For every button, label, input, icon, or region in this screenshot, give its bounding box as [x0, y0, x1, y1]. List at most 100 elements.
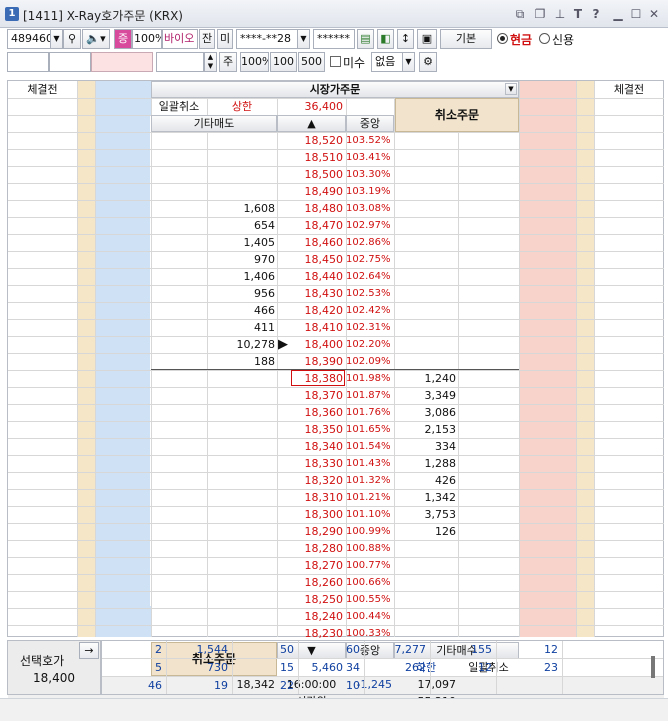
bid-quantity[interactable]: 2,153 — [394, 421, 457, 438]
ask-price[interactable]: 18,440 — [277, 268, 344, 285]
bid-price[interactable]: 18,350 — [277, 421, 344, 438]
misu-dropdown-icon[interactable]: ▼ — [402, 52, 415, 72]
selected-quote-value: 46 — [148, 679, 162, 692]
code-dropdown-icon[interactable]: ▼ — [50, 29, 63, 49]
bulk-cancel-sell-button[interactable]: 일괄취소 — [151, 98, 207, 115]
bid-price[interactable]: 18,300 — [277, 506, 344, 523]
chart-icon[interactable]: ▤ — [357, 29, 374, 49]
market-order-dropdown-icon[interactable]: ▼ — [505, 83, 517, 95]
credit-radio[interactable] — [539, 33, 550, 44]
ask-price[interactable]: 18,490 — [277, 183, 344, 200]
cancel-order-top-button[interactable]: 취소주문 — [395, 98, 519, 132]
bid-quantity[interactable]: 1,342 — [394, 489, 457, 506]
misu-select[interactable]: 없음 — [371, 52, 403, 72]
copy-window-icon[interactable]: ❐ — [532, 6, 548, 22]
ask-price[interactable]: 18,420 — [277, 302, 344, 319]
misu-checkbox[interactable] — [330, 56, 341, 67]
bid-quantity[interactable]: 126 — [394, 523, 456, 540]
ask-price[interactable]: 18,430 — [277, 285, 344, 302]
ask-quantity[interactable]: 1,608 — [207, 200, 276, 217]
ask-quantity[interactable]: 1,406 — [207, 268, 276, 285]
account-dropdown-icon[interactable]: ▼ — [297, 29, 310, 49]
ask-quantity[interactable]: 10,278 — [207, 336, 276, 353]
bid-price[interactable]: 18,330 — [277, 455, 344, 472]
bid-price[interactable]: 18,360 — [277, 404, 344, 421]
screen-icon[interactable]: ▣ — [417, 29, 437, 49]
ask-quantity[interactable]: 411 — [207, 319, 275, 336]
sell-order-column[interactable] — [95, 81, 151, 637]
layout-icon[interactable]: ◧ — [377, 29, 394, 49]
speaker-icon[interactable]: 🔈▾ — [82, 29, 110, 49]
bid-quantity[interactable]: 1,240 — [394, 370, 457, 387]
ask-price[interactable]: 18,480 — [277, 200, 344, 217]
link-icon[interactable]: ⧉ — [512, 6, 528, 22]
balance-button[interactable]: 잔 — [199, 29, 215, 49]
row-divider — [102, 658, 663, 659]
qty-500-button[interactable]: 500 — [298, 52, 325, 72]
ask-quantity[interactable]: 1,405 — [207, 234, 276, 251]
order-price-box[interactable] — [91, 52, 153, 72]
scroll-up-button[interactable]: ▲ — [277, 115, 346, 132]
buy-order-column[interactable] — [519, 81, 576, 637]
password-input[interactable]: ****** — [313, 29, 355, 49]
qty-100pct-button[interactable]: 100% — [240, 52, 269, 72]
ask-price[interactable]: 18,410 — [277, 319, 344, 336]
bid-price[interactable]: 18,260 — [277, 574, 344, 591]
search-icon[interactable]: ⚲ — [63, 29, 81, 49]
settings-gear-icon[interactable]: ⚙ — [419, 52, 437, 72]
scrollbar-thumb[interactable] — [651, 656, 655, 678]
market-order-button[interactable]: 시장가주문 — [151, 81, 519, 98]
ask-price[interactable]: 18,470 — [277, 217, 344, 234]
stock-code-input[interactable]: 489460 — [7, 29, 51, 49]
ask-quantity[interactable]: 654 — [207, 217, 275, 234]
arrow-right-icon[interactable]: → — [79, 642, 99, 659]
order-field-2[interactable] — [49, 52, 91, 72]
bid-quantity[interactable]: 334 — [394, 438, 456, 455]
pin-icon[interactable]: ⊥ — [552, 6, 568, 22]
ask-price[interactable]: 18,510 — [277, 149, 344, 166]
order-field-1[interactable] — [7, 52, 49, 72]
bid-price[interactable]: 18,280 — [277, 540, 344, 557]
bid-quantity[interactable]: 3,349 — [394, 387, 457, 404]
bid-price[interactable]: 18,310 — [277, 489, 344, 506]
updown-icon[interactable]: ↕ — [397, 29, 414, 49]
unfilled-button[interactable]: 미 — [217, 29, 233, 49]
selected-quote-value: 7,277 — [394, 643, 427, 656]
ask-price[interactable]: 18,520 — [277, 132, 344, 149]
bid-price[interactable]: 18,370 — [277, 387, 344, 404]
maximize-icon[interactable]: ☐ — [628, 6, 644, 22]
text-icon[interactable]: T — [570, 6, 586, 22]
current-price-marker-icon: ▶ — [278, 337, 288, 352]
bid-quantity[interactable]: 1,288 — [394, 455, 457, 472]
ask-quantity[interactable]: 466 — [207, 302, 275, 319]
bid-price[interactable]: 18,340 — [277, 438, 344, 455]
bid-price[interactable]: 18,380 — [277, 370, 344, 387]
ask-price[interactable]: 18,500 — [277, 166, 344, 183]
quantity-input[interactable] — [156, 52, 204, 72]
account-select[interactable]: ****-**28 — [236, 29, 298, 49]
minimize-icon[interactable]: ▁ — [610, 6, 626, 22]
ask-quantity[interactable]: 970 — [207, 251, 275, 268]
center-button-top[interactable]: 중앙 — [346, 115, 394, 132]
help-icon[interactable]: ? — [588, 6, 604, 22]
basic-button[interactable]: 기본 — [440, 29, 492, 49]
bid-quantity[interactable]: 3,753 — [394, 506, 457, 523]
bid-price[interactable]: 18,290 — [277, 523, 344, 540]
bid-quantity[interactable]: 3,086 — [394, 404, 457, 421]
ask-price[interactable]: 18,390 — [277, 353, 344, 370]
ask-quantity[interactable]: 956 — [207, 285, 275, 302]
bid-price[interactable]: 18,250 — [277, 591, 344, 608]
close-icon[interactable]: ✕ — [646, 6, 662, 22]
qty-100-button[interactable]: 100 — [270, 52, 297, 72]
cash-radio[interactable] — [497, 33, 508, 44]
ask-price[interactable]: 18,450 — [277, 251, 344, 268]
ask-quantity[interactable]: 188 — [207, 353, 275, 370]
bid-price[interactable]: 18,240 — [277, 608, 344, 625]
quantity-stepper[interactable]: ▲ ▼ — [204, 52, 217, 72]
bid-quantity[interactable]: 426 — [394, 472, 456, 489]
bid-price[interactable]: 18,320 — [277, 472, 344, 489]
ask-price[interactable]: 18,460 — [277, 234, 344, 251]
column-divider — [496, 641, 497, 694]
bid-price[interactable]: 18,270 — [277, 557, 344, 574]
share-unit-button[interactable]: 주 — [219, 52, 237, 72]
